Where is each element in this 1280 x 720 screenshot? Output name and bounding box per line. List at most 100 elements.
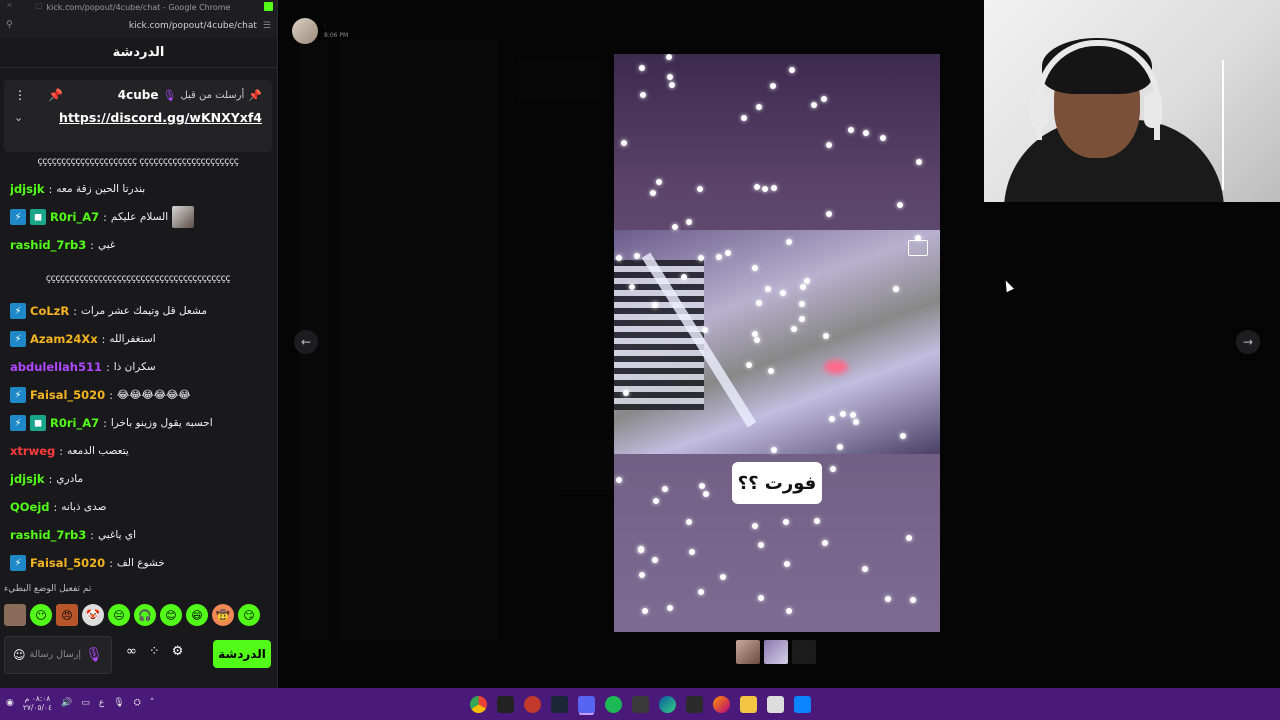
sparkle-effect (863, 130, 869, 136)
emote-icon[interactable]: 😠 (56, 604, 78, 626)
thumbnail[interactable] (736, 640, 760, 664)
colon: : (106, 360, 110, 374)
terminal-icon[interactable] (496, 695, 514, 713)
sparkle-effect (915, 235, 921, 241)
sparkle-effect (765, 286, 771, 292)
sparkle-effect (814, 518, 820, 524)
chat-username[interactable]: R0ri_A7 (50, 416, 99, 430)
infinity-icon[interactable]: ∞ (126, 644, 137, 659)
show-hidden-icons-icon[interactable]: ˄ (150, 698, 155, 708)
sparkle-effect (829, 416, 835, 422)
emote-icon[interactable]: 😑 (108, 604, 130, 626)
microphone-icon[interactable]: 🎙 (113, 698, 124, 708)
sparkle-effect (639, 572, 645, 578)
emote-icon[interactable]: 😶 (30, 604, 52, 626)
thumbnail[interactable] (792, 640, 816, 664)
spam-text: ççççççççççççççççççççç çççççççççççççççççç… (37, 155, 239, 167)
site-settings-icon[interactable]: ☰ (263, 21, 271, 31)
next-arrow-icon[interactable]: → (1236, 330, 1260, 354)
dots-icon[interactable]: ⁘ (149, 644, 160, 659)
chat-username[interactable]: Faisal_5020 (30, 556, 105, 570)
chat-username[interactable]: R0ri_A7 (50, 210, 99, 224)
chat-send-button[interactable]: الدردشة (213, 640, 271, 668)
chat-input[interactable]: ☺ إرسال رسالة 🎙 (4, 636, 112, 674)
game-icon[interactable] (631, 695, 649, 713)
discord-icon[interactable] (577, 695, 595, 713)
chat-text: مشعل قل وتيمك عشر مرات (80, 305, 207, 317)
pin-icon[interactable]: 📌 (48, 88, 63, 102)
chat-username[interactable]: jdjsjk (10, 182, 45, 196)
sparkle-effect (826, 211, 832, 217)
chat-username[interactable]: abdulellah511 (10, 360, 102, 374)
clock[interactable]: ٠٨:٠٨ م ٢٧/٠٥/٠٤ (23, 694, 52, 712)
emote-icon[interactable]: 🤠 (212, 604, 234, 626)
poster-avatar[interactable] (292, 18, 318, 44)
chrome-icon[interactable] (469, 695, 487, 713)
sparkle-effect (686, 519, 692, 525)
chat-username[interactable]: QOejd (10, 500, 50, 514)
file-explorer-icon[interactable] (739, 695, 757, 713)
pinned-username[interactable]: 4cube (118, 88, 159, 102)
more-options-icon[interactable]: ⋮ (14, 88, 26, 102)
emote-icon[interactable]: 😄 (186, 604, 208, 626)
chat-text: صدى ذبانه (61, 501, 107, 513)
chevron-down-icon[interactable]: ⌄ (14, 111, 23, 124)
sparkle-effect (662, 486, 668, 492)
chat-message: QOejd: صدى ذبانه (10, 496, 266, 518)
network-icon[interactable]: ▭ (81, 698, 90, 708)
chat-username[interactable]: xtrweg (10, 444, 55, 458)
steam-icon[interactable] (550, 695, 568, 713)
pinned-by-label: أرسلت من قبل (180, 89, 245, 101)
notification-icon[interactable]: ◉ (6, 698, 14, 708)
sparkle-effect (741, 115, 747, 121)
sparkle-effect (804, 278, 810, 284)
chat-title: الدردشة (0, 38, 277, 68)
sparkle-effect (652, 557, 658, 563)
media-image[interactable]: فورت ؟؟ (614, 54, 940, 632)
language-indicator[interactable]: ع (99, 698, 104, 708)
video-editor-icon[interactable] (685, 695, 703, 713)
previous-arrow-icon[interactable]: ← (294, 330, 318, 354)
volume-icon[interactable]: 🔊 (61, 698, 72, 708)
sparkle-effect (771, 185, 777, 191)
sparkle-effect (653, 498, 659, 504)
sparkle-effect (784, 561, 790, 567)
sparkle-effect (699, 483, 705, 489)
sparkle-effect (650, 190, 656, 196)
sparkle-effect (616, 477, 622, 483)
chat-username[interactable]: Azam24Xx (30, 332, 98, 346)
thumbnail[interactable] (764, 640, 788, 664)
windows-start-icon[interactable] (793, 695, 811, 713)
settings-gear-icon[interactable]: ⚙ (172, 644, 184, 659)
chat-username[interactable]: Faisal_5020 (30, 388, 105, 402)
emote-icon[interactable]: 😏 (238, 604, 260, 626)
sparkle-effect (616, 255, 622, 261)
pinned-link[interactable]: https://discord.gg/wKNXYxf4 (59, 110, 262, 125)
sparkle-effect (893, 286, 899, 292)
sparkle-effect (840, 411, 846, 417)
sparkle-effect (656, 179, 662, 185)
spotify-icon[interactable] (604, 695, 622, 713)
obs-icon[interactable] (523, 695, 541, 713)
emote-icon[interactable]: 🤡 (82, 604, 104, 626)
spam-message: ççççççççççççççççççççç çççççççççççççççççç… (10, 150, 266, 172)
edge-icon[interactable] (658, 695, 676, 713)
sparkle-effect (783, 519, 789, 525)
chat-username[interactable]: rashid_7rb3 (10, 528, 86, 542)
emote-avatar[interactable] (4, 604, 26, 626)
notepad-icon[interactable] (766, 695, 784, 713)
app-tray-icon[interactable]: ⛭ (134, 698, 141, 708)
emote-icon[interactable]: 🎧 (134, 604, 156, 626)
chat-message: jdjsjk: مادري (10, 468, 266, 490)
chat-text: استغفرالله (109, 333, 156, 345)
window-controls[interactable]: ✕ ▢ ─ (6, 1, 80, 10)
chat-username[interactable]: CoLzR (30, 304, 69, 318)
address-bar[interactable]: ⚲ kick.com/popout/4cube/chat ☰ (0, 14, 277, 38)
chat-messages: ççççççççççççççççççççç çççççççççççççççççç… (0, 150, 272, 580)
lightning-badge-icon: ⚡ (10, 303, 26, 319)
chat-username[interactable]: jdjsjk (10, 472, 45, 486)
firefox-icon[interactable] (712, 695, 730, 713)
emoji-picker-icon[interactable]: ☺ (13, 648, 26, 662)
chat-username[interactable]: rashid_7rb3 (10, 238, 86, 252)
emote-icon[interactable]: 😊 (160, 604, 182, 626)
